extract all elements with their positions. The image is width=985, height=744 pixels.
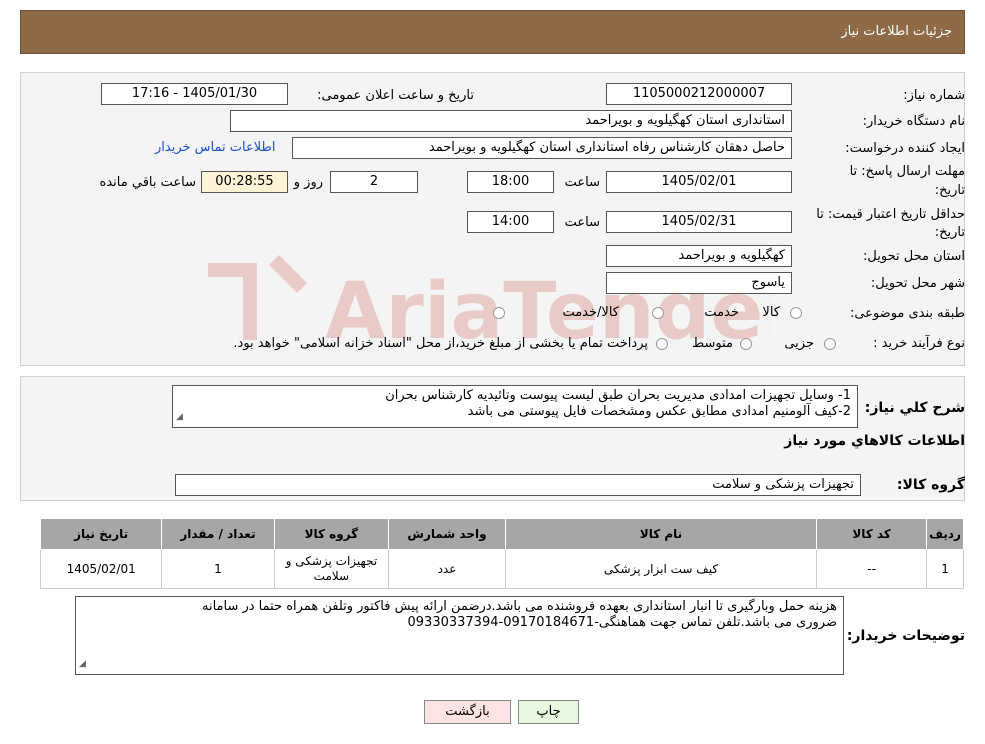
cell-row-number: 1 — [926, 549, 964, 589]
description-textarea[interactable]: 1- وسایل تجهیزات امدادی مدیریت بحران طبق… — [172, 385, 858, 428]
days-label: روز و — [293, 175, 323, 190]
process-radio-treasury[interactable] — [656, 338, 668, 350]
announce-label: تاریخ و ساعت اعلان عمومی: — [317, 88, 474, 103]
col-item-group: گروه کالا — [273, 518, 390, 550]
category-radio-goods[interactable] — [790, 307, 802, 319]
announce-field[interactable]: 1405/01/30 - 17:16 — [101, 83, 288, 105]
buyer-notes-line-1: هزینه حمل وبارگیری تا انبار استانداری بع… — [201, 599, 837, 614]
category-label: طبقه بندی موضوعی: — [849, 306, 965, 321]
goods-group-field[interactable]: تجهیزات پزشکی و سلامت — [175, 474, 861, 496]
requester-label: ایجاد کننده درخواست: — [845, 141, 965, 156]
province-label: استان محل تحویل: — [863, 249, 965, 264]
table-row: 1 -- کیف ست ابزار پزشکی عدد تجهیزات پزشک… — [39, 549, 964, 589]
validity-label-line1: حداقل تاریخ اعتبار قیمت: تا — [816, 207, 965, 222]
description-label: شرح کلي نياز: — [864, 400, 965, 416]
watermark-mark-1 — [208, 263, 257, 340]
need-number-label: شماره نیاز: — [903, 88, 965, 103]
validity-date-field[interactable]: 1405/02/31 — [606, 211, 792, 233]
description-line-1: 1- وسایل تجهیزات امدادی مدیریت بحران طبق… — [385, 388, 851, 403]
need-number-field[interactable]: 1105000212000007 — [606, 83, 792, 105]
col-item-code: کد کالا — [816, 518, 928, 550]
table-header-row: ردیف کد کالا نام کالا واحد شمارش گروه کا… — [39, 518, 964, 550]
watermark-mark-2 — [269, 255, 307, 293]
deadline-label-line2: تاریخ: — [934, 183, 965, 198]
print-button[interactable]: چاپ — [518, 700, 579, 724]
deadline-label-line1: مهلت ارسال پاسخ: تا — [849, 164, 965, 179]
remaining-time-field: 00:28:55 — [201, 171, 288, 193]
days-field[interactable]: 2 — [330, 171, 418, 193]
cell-need-date: 1405/02/01 — [39, 549, 163, 589]
deadline-date-field[interactable]: 1405/02/01 — [606, 171, 792, 193]
cell-item-name: کیف ست ابزار پزشکی — [504, 549, 818, 589]
requester-field[interactable]: حاصل دهقان کارشناس رفاه استانداری استان … — [292, 137, 792, 159]
process-label: نوع فرآیند خرید : — [873, 336, 965, 351]
buyer-notes-line-2: ضروری می باشد.تلفن تماس جهت هماهنگی-0917… — [407, 615, 837, 630]
cell-quantity: 1 — [161, 549, 275, 589]
category-radio-goods-service[interactable] — [493, 307, 505, 319]
resize-grip-icon[interactable]: ◢ — [79, 656, 86, 672]
buyer-notes-label: توضیحات خریدار: — [846, 628, 965, 644]
province-field[interactable]: کهگیلویه و بویراحمد — [606, 245, 792, 267]
resize-grip-icon[interactable]: ◢ — [176, 409, 183, 425]
city-label: شهر محل تحویل: — [870, 276, 965, 291]
items-table: ردیف کد کالا نام کالا واحد شمارش گروه کا… — [39, 518, 964, 589]
col-item-name: نام کالا — [504, 518, 818, 550]
page-header: جزئیات اطلاعات نیاز — [20, 10, 965, 54]
buyer-notes-textarea[interactable]: هزینه حمل وبارگیری تا انبار استانداری بع… — [75, 596, 844, 675]
cell-item-code: -- — [816, 549, 928, 589]
remaining-label: ساعت باقي مانده — [99, 175, 196, 190]
col-row-number: ردیف — [926, 518, 964, 550]
description-line-2: 2-کیف آلومنیم امدادی مطابق عکس ومشخصات ف… — [467, 404, 851, 419]
process-note: پرداخت تمام یا بخشی از مبلغ خرید،از محل … — [233, 336, 648, 351]
page-title: جزئیات اطلاعات نیاز — [841, 24, 952, 39]
category-radio-service[interactable] — [652, 307, 664, 319]
validity-time-label: ساعت — [564, 215, 600, 230]
city-field[interactable]: یاسوج — [606, 272, 792, 294]
col-unit: واحد شمارش — [388, 518, 506, 550]
deadline-time-field[interactable]: 18:00 — [467, 171, 554, 193]
buyer-org-field[interactable]: استانداری استان کهگیلویه و بویراحمد — [230, 110, 792, 132]
deadline-time-label: ساعت — [564, 175, 600, 190]
category-option-goods: کالا — [762, 305, 780, 320]
process-option-medium: متوسط — [692, 336, 733, 351]
process-radio-medium[interactable] — [740, 338, 752, 350]
process-option-partial: جزیی — [784, 336, 814, 351]
col-need-date: تاریخ نیاز — [39, 518, 163, 550]
validity-label-line2: تاریخ: — [934, 225, 965, 240]
buyer-contact-link[interactable]: اطلاعات تماس خریدار — [155, 140, 275, 155]
goods-group-label: گروه کالا: — [896, 477, 965, 493]
cell-item-group: تجهیزات پزشکی و سلامت — [273, 549, 390, 589]
col-quantity: تعداد / مقدار — [161, 518, 275, 550]
back-button[interactable]: بازگشت — [424, 700, 511, 724]
process-radio-partial[interactable] — [824, 338, 836, 350]
category-option-goods-service: کالا/خدمت — [562, 305, 619, 320]
buyer-org-label: نام دستگاه خریدار: — [862, 114, 965, 129]
cell-unit: عدد — [388, 549, 506, 589]
validity-time-field[interactable]: 14:00 — [467, 211, 554, 233]
category-option-service: خدمت — [704, 305, 739, 320]
goods-section-title: اطلاعات کالاهاي مورد نياز — [784, 433, 965, 449]
